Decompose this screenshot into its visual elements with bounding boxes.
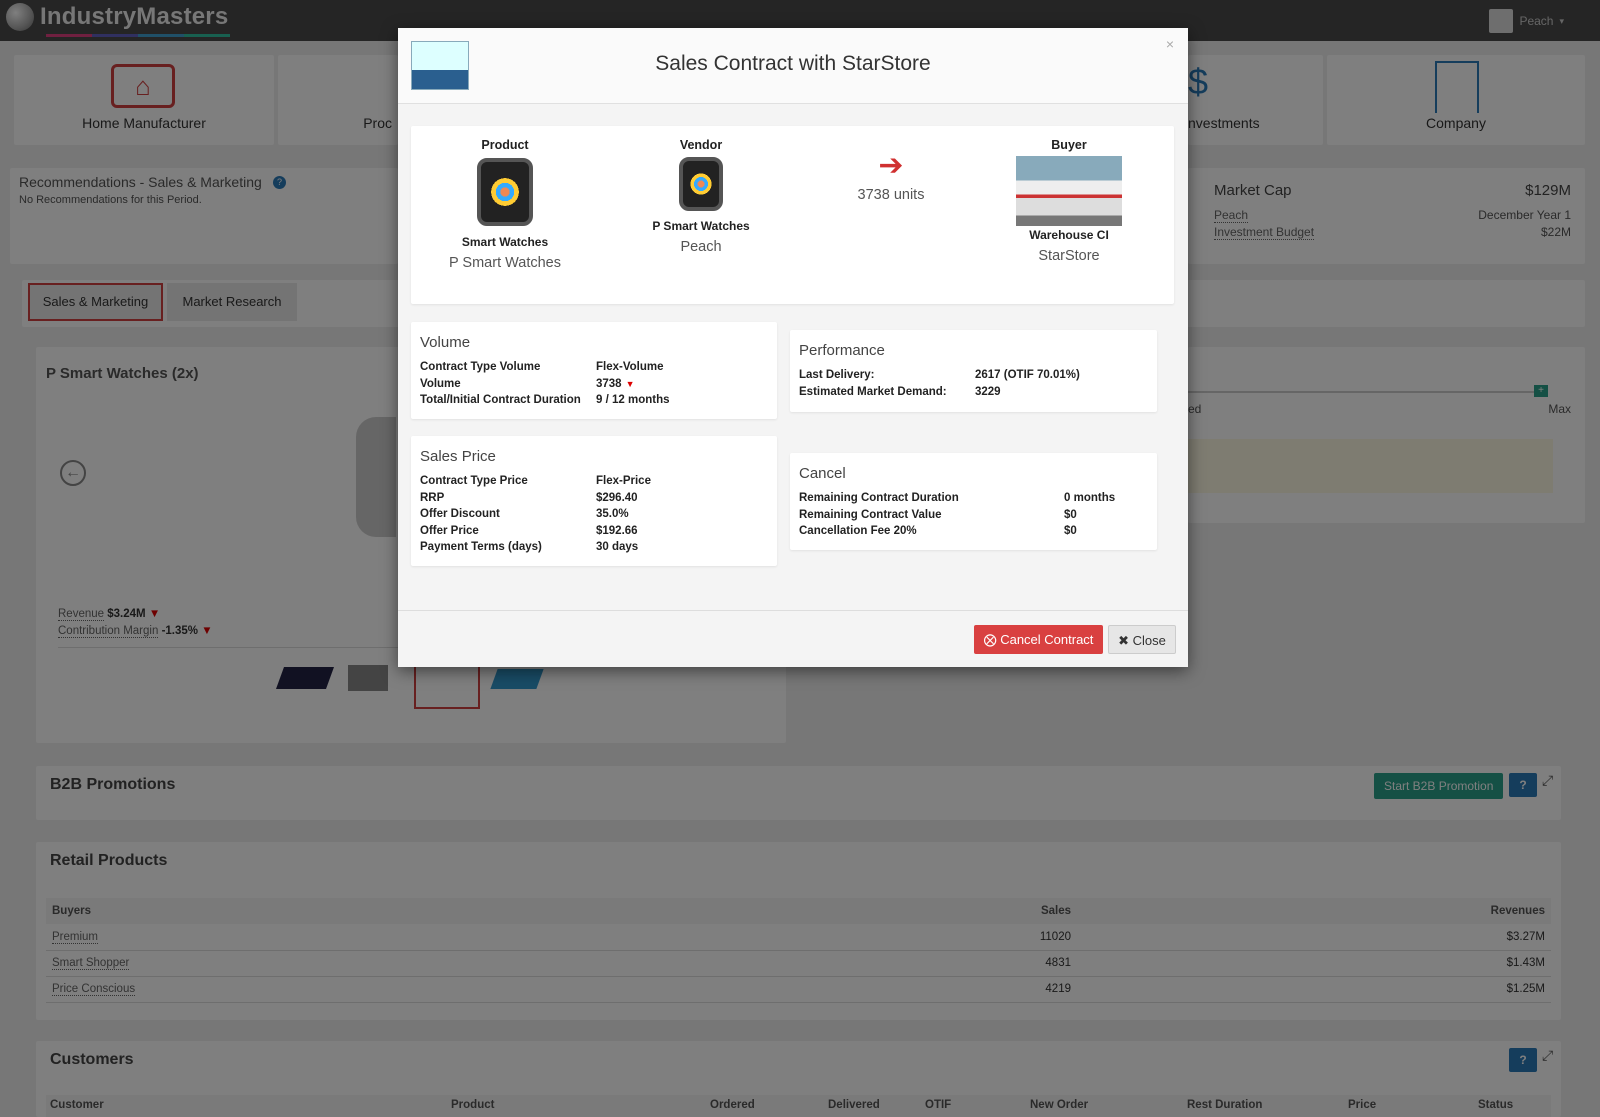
cancel-contract-label: Cancel Contract	[1000, 632, 1094, 647]
modal-title: Sales Contract with StarStore	[655, 52, 931, 75]
modal-footer: ⨂ Cancel Contract ✖ Close	[398, 610, 1188, 667]
arrow-down-icon: ▼	[625, 378, 635, 389]
close-icon[interactable]: ×	[1166, 36, 1174, 52]
buyer-column: Buyer Warehouse CI StarStore	[1004, 138, 1134, 264]
kv-row: Contract Type Volume Flex-Volume	[420, 361, 664, 373]
modal-header: Sales Contract with StarStore ×	[398, 28, 1188, 104]
kv-row: Cancellation Fee 20% $0	[799, 525, 1077, 537]
close-button[interactable]: ✖ Close	[1108, 625, 1176, 654]
kv-row: Remaining Contract Duration 0 months	[799, 492, 1116, 504]
warehouse-image	[1016, 156, 1122, 226]
units-column: ➔ 3738 units	[816, 149, 966, 204]
product-name: Smart Watches	[461, 235, 549, 249]
kv-row: Volume 3738 ▼	[420, 376, 768, 393]
units-value: 3738 units	[857, 187, 925, 203]
volume-box: Volume Contract Type Volume Flex-Volume V…	[411, 322, 777, 419]
product-sub: P Smart Watches	[448, 255, 561, 271]
price-title: Sales Price	[420, 448, 496, 465]
cancel-contract-button[interactable]: ⨂ Cancel Contract	[974, 625, 1103, 654]
kv-row: Offer Discount 35.0%	[420, 508, 629, 520]
kv-row: Contract Type Price Flex-Price	[420, 475, 651, 487]
kv-row: Estimated Market Demand: 3229	[799, 385, 1001, 398]
cancel-circle-icon: ⨂	[983, 632, 997, 647]
vendor-heading: Vendor	[679, 138, 723, 152]
buyer-sub: StarStore	[1038, 248, 1100, 264]
cancel-title: Cancel	[799, 465, 846, 482]
product-column: Product Smart Watches P Smart Watches	[425, 138, 585, 271]
close-icon: ✖	[1118, 633, 1130, 648]
buyer-name: Warehouse CI	[1029, 228, 1109, 242]
watch-icon	[679, 157, 723, 211]
vendor-sub: Peach	[680, 239, 722, 255]
performance-box: Performance Last Delivery: 2617 (OTIF 70.…	[790, 330, 1157, 412]
kv-row: Payment Terms (days) 30 days	[420, 541, 639, 553]
kv-row: Remaining Contract Value $0	[799, 508, 1077, 521]
kv-row: Last Delivery: 2617 (OTIF 70.01%)	[799, 369, 1080, 381]
sales-price-box: Sales Price Contract Type Price Flex-Pric…	[411, 436, 777, 566]
vendor-name: P Smart Watches	[652, 219, 750, 233]
product-heading: Product	[481, 138, 529, 152]
arrow-right-icon: ➔	[878, 149, 904, 182]
kv-row: Offer Price $192.66	[420, 524, 638, 537]
contract-summary: Product Smart Watches P Smart Watches Ve…	[411, 126, 1174, 304]
watch-icon	[477, 158, 533, 226]
sales-contract-modal: Sales Contract with StarStore × Product …	[398, 28, 1188, 667]
close-label: Close	[1132, 633, 1166, 648]
vendor-column: Vendor P Smart Watches Peach	[621, 138, 781, 255]
cancel-box: Cancel Remaining Contract Duration 0 mont…	[790, 453, 1157, 550]
kv-row: RRP $296.40	[420, 491, 638, 504]
volume-title: Volume	[420, 334, 471, 351]
buyer-heading: Buyer	[1051, 138, 1087, 152]
performance-title: Performance	[799, 342, 885, 359]
kv-row: Total/Initial Contract Duration 9 / 12 mo…	[420, 394, 670, 406]
